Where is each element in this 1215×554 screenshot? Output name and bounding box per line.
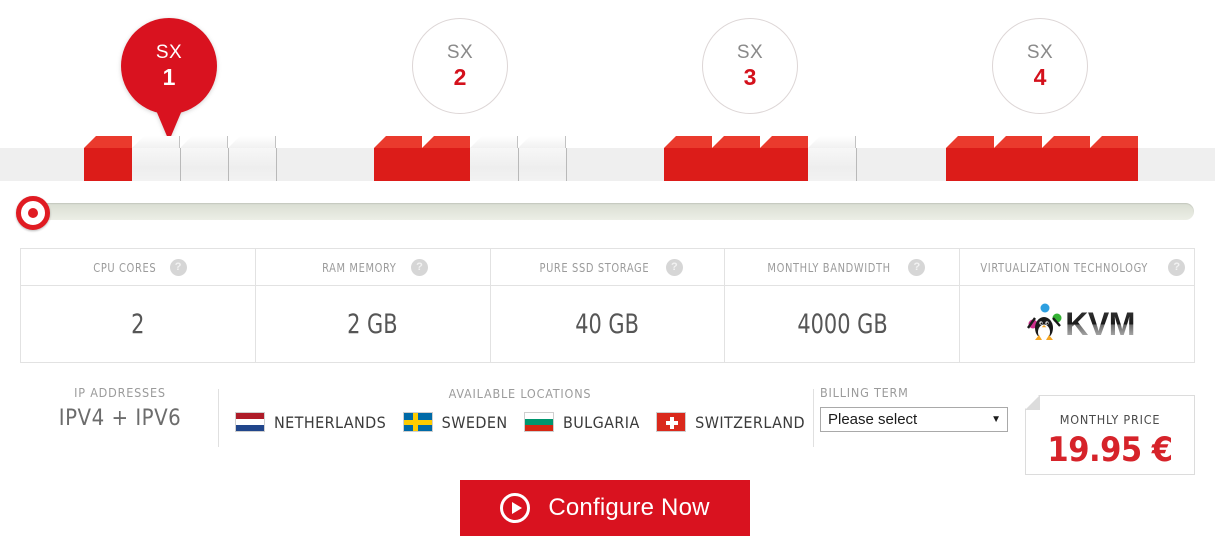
location-item[interactable]: BULGARIA [523,412,640,432]
spec-table: CPU CORES? RAM MEMORY? PURE SSD STORAGE? MO… [20,248,1195,363]
rack-group-3 [664,136,857,181]
location-item[interactable]: NETHERLANDS [235,412,386,432]
billing-term-label: BILLING TERM [820,385,909,400]
plan-marker-3[interactable]: SX 3 [702,18,798,114]
rack-block [422,136,470,181]
spec-value: 2 GB [347,308,398,340]
plan-slider[interactable] [0,196,1215,230]
info-bar: IP ADDRESSES IPV4 + IPV6 AVAILABLE LOCAT… [20,385,1195,475]
billing-term-block: BILLING TERM Please select ▼ [820,385,1020,432]
rack-block [132,136,181,181]
slider-handle[interactable] [16,196,50,230]
rack-block [180,136,229,181]
rack-block [470,136,519,181]
billing-term-selected-value: Please select [828,411,918,428]
kvm-logo: KVM [1019,302,1135,346]
flag-nl-icon [235,412,265,432]
rack-block [664,136,712,181]
ip-addresses-value: IPV4 + IPV6 [58,406,182,431]
rack-group-2 [374,136,567,181]
rack-block [1042,136,1090,181]
flag-se-icon [402,412,433,432]
play-circle-icon [500,493,531,523]
configure-now-button[interactable]: Configure Now [460,480,750,536]
spec-header-cell: RAM MEMORY? [256,249,491,285]
location-list: NETHERLANDS SWEDEN BULGARIA SWITZERLAND [225,412,815,432]
monthly-price-label: MONTHLY PRICE [1059,412,1161,427]
spec-header-cell: PURE SSD STORAGE? [491,249,726,285]
plan-marker-number: 4 [1033,64,1047,90]
plan-marker-prefix: SX [736,42,764,63]
spec-table-header-row: CPU CORES? RAM MEMORY? PURE SSD STORAGE? MO… [21,249,1194,286]
spec-value: 4000 GB [797,308,888,340]
spec-header-label: CPU CORES [93,259,157,275]
chevron-down-icon: ▼ [991,414,1001,425]
help-icon[interactable]: ? [908,258,926,276]
slider-track[interactable] [24,203,1194,220]
spec-table-value-row: 2 2 GB 40 GB 4000 GB KVM [21,286,1194,362]
spec-header-label: PURE SSD STORAGE [539,259,650,275]
plan-marker-4[interactable]: SX 4 [992,18,1088,114]
spec-value-cell: 2 GB [256,286,491,362]
rack-block [518,136,567,181]
spec-header-label: VIRTUALIZATION TECHNOLOGY [980,259,1148,275]
rack-group-1 [84,136,277,181]
location-item[interactable]: SWEDEN [402,412,508,432]
plan-marker-prefix: SX [446,42,474,63]
available-locations-block: AVAILABLE LOCATIONS NETHERLANDS SWEDEN BUL… [225,385,815,432]
location-name: SWEDEN [441,412,508,432]
plan-marker-prefix: SX [155,42,183,63]
plan-marker-number: 3 [743,64,757,90]
monthly-price-box: MONTHLY PRICE 19.95 € [1025,395,1195,475]
rack-group-4 [946,136,1138,181]
spec-header-label: MONTHLY BANDWIDTH [767,259,891,275]
plan-marker-1[interactable]: SX 1 [121,18,217,114]
plan-marker-2[interactable]: SX 2 [412,18,508,114]
rack-block [1090,136,1138,181]
divider-left [218,389,219,447]
spec-header-label: RAM MEMORY [322,259,397,275]
flag-ch-icon [656,412,687,432]
rack-block [228,136,277,181]
help-icon[interactable]: ? [665,258,683,276]
plan-marker-number: 2 [453,64,467,90]
rack-block [760,136,808,181]
spec-value: 2 [131,308,145,340]
divider-right [813,389,814,447]
location-name: NETHERLANDS [274,412,387,432]
billing-term-select[interactable]: Please select ▼ [820,407,1008,432]
rack-block [808,136,857,181]
spec-header-cell: VIRTUALIZATION TECHNOLOGY? [960,249,1194,285]
spec-header-cell: CPU CORES? [21,249,256,285]
rack-block [374,136,422,181]
rack-block [946,136,994,181]
flag-bg-icon [523,412,554,432]
help-icon[interactable]: ? [410,258,428,276]
available-locations-label: AVAILABLE LOCATIONS [448,386,592,401]
location-name: BULGARIA [562,412,640,432]
plan-marker-prefix: SX [1026,42,1054,63]
spec-value-cell: 40 GB [491,286,726,362]
spec-value-cell: KVM [960,286,1194,362]
ip-addresses-label: IP ADDRESSES [74,385,166,400]
spec-value-cell: 2 [21,286,256,362]
rack-block [712,136,760,181]
rack-block [994,136,1042,181]
plan-marker-number: 1 [162,64,176,90]
rack-block [84,136,132,181]
spec-value-cell: 4000 GB [725,286,961,362]
spec-value: 40 GB [575,308,640,340]
configure-now-label: Configure Now [548,494,710,521]
kvm-logo-text: KVM [1065,305,1135,342]
location-item[interactable]: SWITZERLAND [656,412,805,432]
location-name: SWITZERLAND [695,412,805,432]
server-plan-configurator: SX 1 SX 2 SX 3 SX 4 CPU CORES? RAM MEMORY? PURE S… [0,0,1215,554]
linux-penguin-icon [1027,303,1062,340]
help-icon[interactable]: ? [169,258,187,276]
spec-header-cell: MONTHLY BANDWIDTH? [725,249,961,285]
ip-addresses-block: IP ADDRESSES IPV4 + IPV6 [20,385,220,431]
plan-marker-row: SX 1 SX 2 SX 3 SX 4 [0,0,1215,135]
help-icon[interactable]: ? [1168,258,1186,276]
monthly-price-value: 19.95 € [1047,430,1173,470]
